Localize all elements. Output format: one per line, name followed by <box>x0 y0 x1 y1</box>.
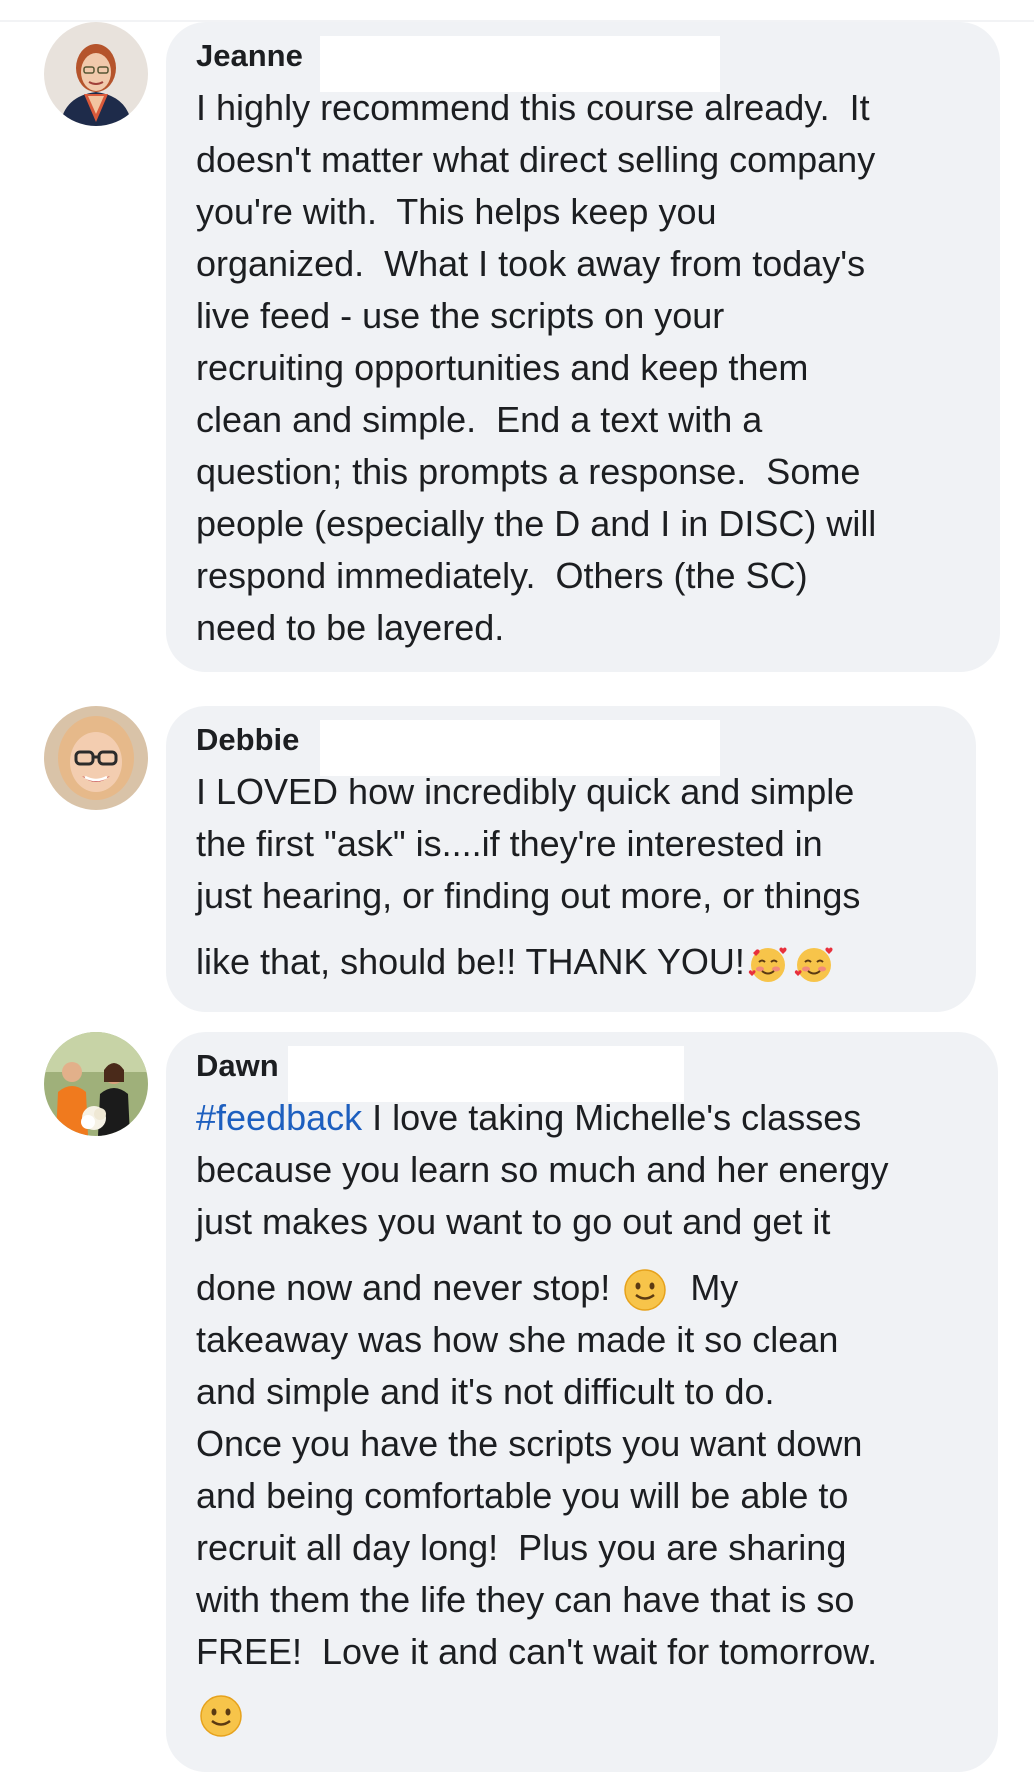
text-line: live feed - use the scripts on your <box>196 295 725 336</box>
text-line: respond immediately. Others (the SC) <box>196 555 808 596</box>
text-line: FREE! Love it and can't wait for tomorro… <box>196 1631 878 1672</box>
text-line: doesn't matter what direct selling compa… <box>196 139 876 180</box>
text-line: organized. What I took away from today's <box>196 243 866 284</box>
text-segment: My <box>670 1267 739 1308</box>
text-line: clean and simple. End a text with a <box>196 399 763 440</box>
comment-author[interactable]: Dawn <box>196 1046 972 1092</box>
hashtag-link[interactable]: #feedback <box>196 1097 362 1138</box>
text-line: just makes you want to go out and get it <box>196 1201 831 1242</box>
comment-bubble-debbie: Debbie I LOVED how incredibly quick and … <box>166 706 976 1012</box>
avatar-dawn[interactable] <box>44 1032 148 1136</box>
text-line: people (especially the D and I in DISC) … <box>196 503 877 544</box>
text-line: takeaway was how she made it so clean <box>196 1319 839 1360</box>
text-line: Once you have the scripts you want down <box>196 1423 863 1464</box>
text-line: with them the life they can have that is… <box>196 1579 855 1620</box>
text-line: and being comfortable you will be able t… <box>196 1475 849 1516</box>
comment-author[interactable]: Jeanne <box>196 36 974 82</box>
comment-bubble-jeanne: Jeanne I highly recommend this course al… <box>166 22 1000 672</box>
comment-bubble-dawn: Dawn #feedback I love taking Michelle's … <box>166 1032 998 1772</box>
text-line: because you learn so much and her energy <box>196 1149 889 1190</box>
text-line-with-emoji <box>196 1688 972 1740</box>
smiling-face-with-hearts-icon <box>793 943 835 985</box>
slightly-smiling-face-icon <box>622 1267 668 1313</box>
smiling-face-with-hearts-icon <box>747 943 789 985</box>
comment-author[interactable]: Debbie <box>196 720 950 766</box>
text-line: question; this prompts a response. Some <box>196 451 861 492</box>
comment-text: #feedback I love taking Michelle's class… <box>196 1092 972 1740</box>
text-segment: I love taking Michelle's classes <box>362 1097 862 1138</box>
text-line: recruiting opportunities and keep them <box>196 347 809 388</box>
text-line-with-emoji: done now and never stop! My <box>196 1262 972 1314</box>
avatar-jeanne[interactable] <box>44 22 148 126</box>
text-line: the first "ask" is....if they're interes… <box>196 823 823 864</box>
text-line: and simple and it's not difficult to do. <box>196 1371 775 1412</box>
comment-text: I highly recommend this course already. … <box>196 82 974 654</box>
comment-text: I LOVED how incredibly quick and simple … <box>196 766 950 988</box>
text-line: just hearing, or finding out more, or th… <box>196 875 861 916</box>
text-line-with-emoji: like that, should be!! THANK YOU! <box>196 936 950 988</box>
slightly-smiling-face-icon <box>198 1693 244 1739</box>
text-line: recruit all day long! Plus you are shari… <box>196 1527 847 1568</box>
text-line: need to be layered. <box>196 607 505 648</box>
text-line: you're with. This helps keep you <box>196 191 717 232</box>
avatar-debbie[interactable] <box>44 706 148 810</box>
text-segment: like that, should be!! THANK YOU! <box>196 941 745 982</box>
text-segment: done now and never stop! <box>196 1267 621 1308</box>
